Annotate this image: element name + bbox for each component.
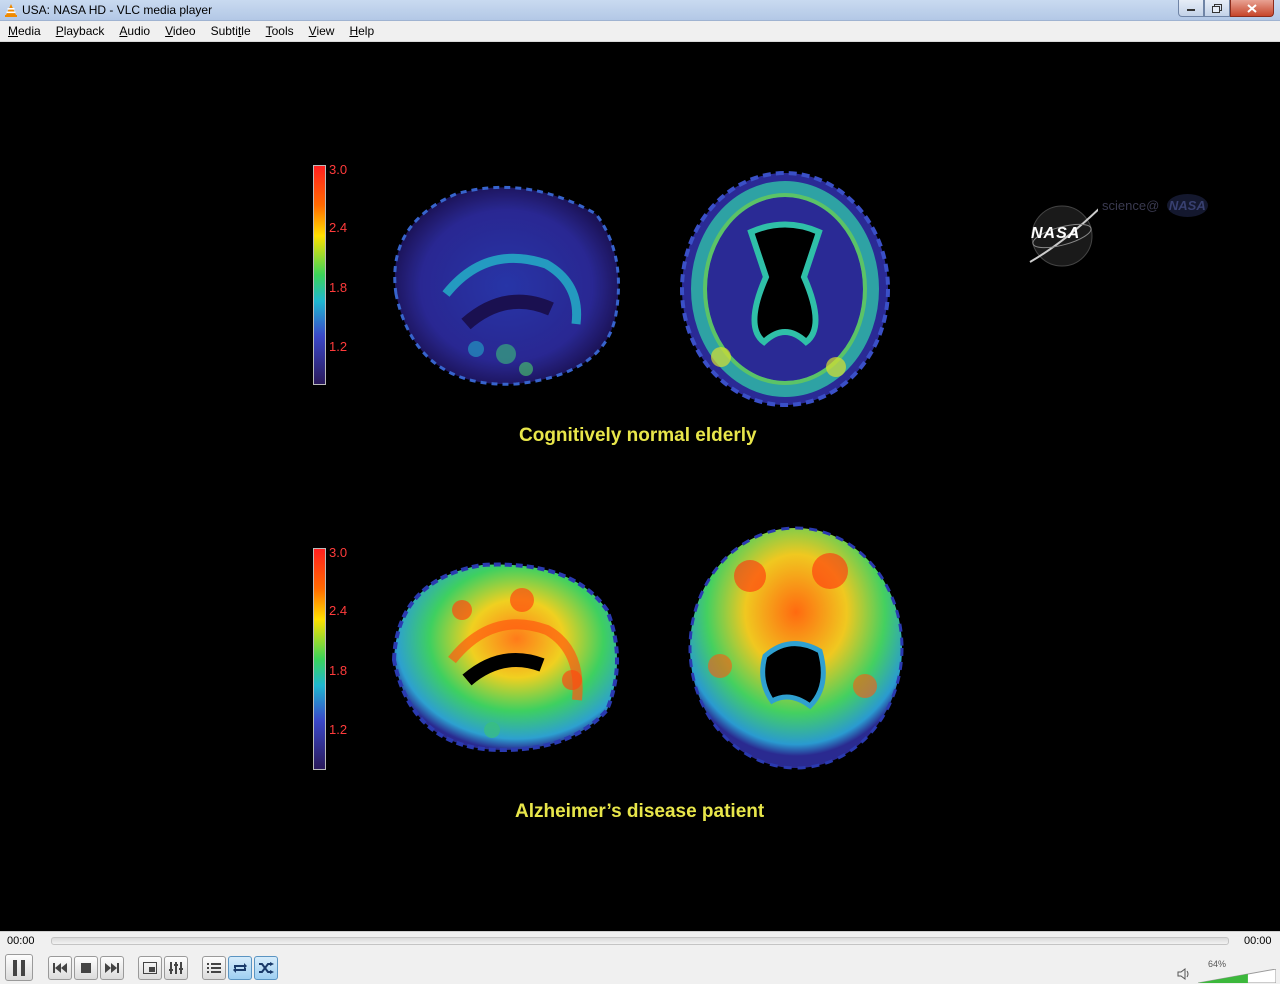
elapsed-time: 00:00 [7, 935, 35, 947]
nasa-logo-text: NASA [1031, 225, 1081, 242]
volume-slider[interactable] [1198, 969, 1276, 983]
scale-tick: 1.2 [329, 339, 348, 354]
nasa-logo: NASA [1028, 200, 1098, 270]
pet-scan-axial-alzheimers [688, 526, 904, 770]
menu-audio[interactable]: Audio [113, 24, 156, 38]
restore-button[interactable] [1204, 0, 1230, 17]
next-button[interactable] [100, 956, 124, 980]
stop-icon [81, 963, 91, 973]
scale-tick: 1.8 [329, 663, 348, 678]
scale-tick: 3.0 [329, 162, 348, 177]
total-time: 00:00 [1244, 935, 1272, 947]
speaker-icon[interactable] [1177, 968, 1191, 980]
minimize-icon [1187, 9, 1195, 11]
pet-scale-bar-bottom [313, 548, 326, 770]
loop-icon [233, 963, 247, 973]
vlc-cone-icon [5, 4, 17, 17]
seek-bar[interactable] [51, 937, 1229, 945]
player-controls: 00:00 00:00 64% [0, 931, 1280, 984]
watermark-logo: NASA [1166, 194, 1208, 217]
equalizer-icon [169, 962, 183, 974]
menu-playback[interactable]: Playback [50, 24, 111, 38]
scale-tick: 2.4 [329, 603, 348, 618]
menu-view[interactable]: View [303, 24, 341, 38]
scale-tick: 1.2 [329, 722, 348, 737]
menu-video[interactable]: Video [159, 24, 201, 38]
window-controls [1178, 0, 1274, 18]
vlc-window: { "window": { "title": "USA: NASA HD - V… [0, 0, 1280, 984]
fullscreen-button[interactable] [138, 956, 162, 980]
previous-icon [53, 963, 67, 973]
close-button[interactable] [1230, 0, 1274, 17]
menu-tools[interactable]: Tools [260, 24, 300, 38]
pet-scan-axial-normal [680, 171, 890, 407]
close-icon [1247, 3, 1257, 13]
watermark-text: science@ [1102, 198, 1160, 213]
menu-help[interactable]: Help [343, 24, 380, 38]
shuffle-button[interactable] [254, 956, 278, 980]
next-icon [105, 963, 119, 973]
shuffle-icon [259, 962, 274, 974]
caption-alzheimers: Alzheimer’s disease patient [515, 801, 765, 822]
scale-tick: 2.4 [329, 220, 348, 235]
window-title: USA: NASA HD - VLC media player [22, 3, 213, 17]
previous-button[interactable] [48, 956, 72, 980]
menu-media[interactable]: Media [2, 24, 47, 38]
menu-bar: Media Playback Audio Video Subtitle Tool… [0, 21, 1280, 42]
fullscreen-icon [143, 962, 157, 974]
minimize-button[interactable] [1178, 0, 1204, 17]
menu-subtitle[interactable]: Subtitle [205, 24, 257, 38]
scale-tick: 1.8 [329, 280, 348, 295]
caption-normal: Cognitively normal elderly [519, 425, 757, 446]
video-output[interactable]: 3.0 2.4 1.8 1.2 Cognitively normal elder… [0, 42, 1280, 931]
pause-icon [13, 959, 25, 976]
loop-button[interactable] [228, 956, 252, 980]
volume-percent: 64% [1208, 959, 1227, 969]
restore-icon [1212, 3, 1222, 13]
playlist-button[interactable] [202, 956, 226, 980]
title-bar: USA: NASA HD - VLC media player [0, 0, 1280, 21]
playlist-icon [207, 963, 221, 973]
science-at-nasa-watermark: science@ NASA [1102, 194, 1208, 217]
pause-button[interactable] [5, 954, 33, 981]
pet-scan-sagittal-alzheimers [391, 562, 619, 753]
extended-settings-button[interactable] [164, 956, 188, 980]
pet-scale-bar-top [313, 165, 326, 385]
pet-scan-sagittal-normal [393, 185, 620, 386]
scale-tick: 3.0 [329, 545, 348, 560]
stop-button[interactable] [74, 956, 98, 980]
